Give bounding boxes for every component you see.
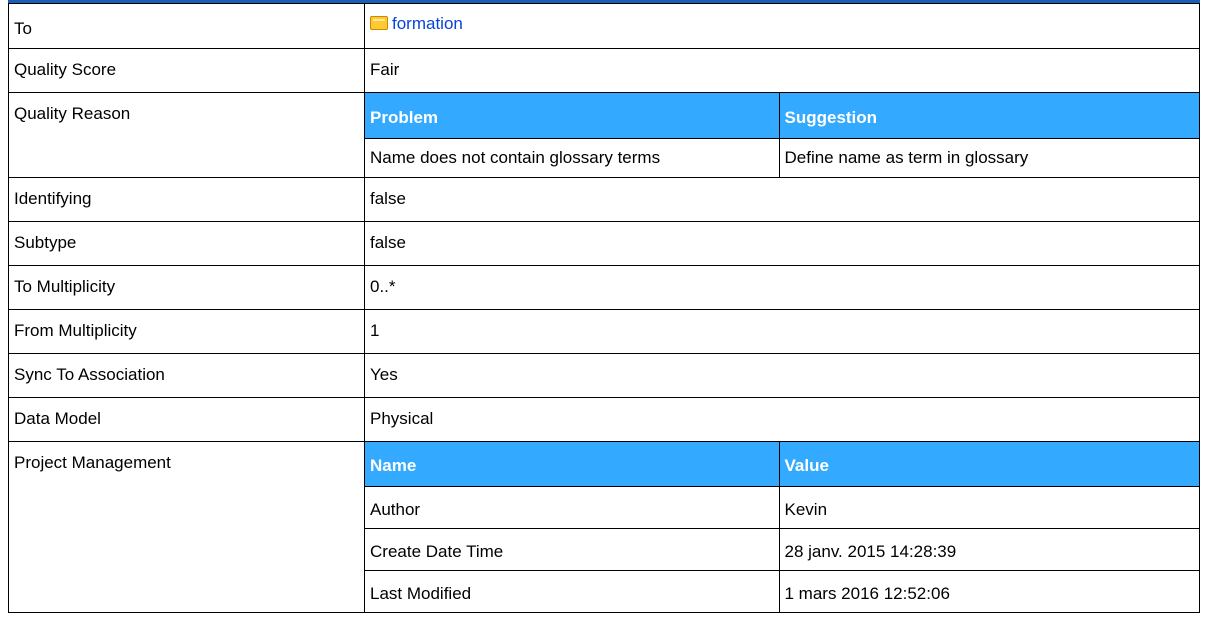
table-row: Name does not contain glossary terms Def… [365,137,1199,177]
to-entity-link[interactable]: formation [392,14,463,33]
properties-table: To formation Quality Score Fair Quality … [8,3,1200,613]
property-row-from-multiplicity: From Multiplicity 1 [8,309,1200,354]
table-cell: Author [365,485,780,529]
property-label: Sync To Association [8,353,365,398]
table-cell: 28 janv. 2015 14:28:39 [778,527,1199,571]
property-row-sync-to-association: Sync To Association Yes [8,353,1200,398]
column-header-name: Name [365,442,780,487]
property-value: formation [364,3,1200,49]
property-value: Yes [364,353,1200,398]
table-cell: Define name as term in glossary [778,137,1199,177]
table-row: Create Date Time 28 janv. 2015 14:28:39 [365,527,1199,571]
property-row-subtype: Subtype false [8,221,1200,266]
quality-reason-table: Problem Suggestion Name does not contain… [365,93,1199,177]
property-row-quality-score: Quality Score Fair [8,48,1200,93]
property-value: Name Value Author Kevin Create Date Time… [364,441,1200,613]
property-label: Subtype [8,221,365,266]
property-label: Identifying [8,177,365,222]
table-cell: Kevin [778,485,1199,529]
table-header-row: Problem Suggestion [365,93,1199,139]
property-row-to: To formation [8,3,1200,49]
table-cell: Create Date Time [365,527,780,571]
property-label: To Multiplicity [8,265,365,310]
property-label: To [8,3,365,49]
project-management-table: Name Value Author Kevin Create Date Time… [365,442,1199,612]
column-header-suggestion: Suggestion [778,93,1199,139]
column-header-value: Value [778,442,1199,487]
table-cell: Last Modified [365,569,780,612]
property-label: Quality Score [8,48,365,93]
property-label: Data Model [8,397,365,442]
property-row-identifying: Identifying false [8,177,1200,222]
property-row-quality-reason: Quality Reason Problem Suggestion Name d… [8,92,1200,178]
property-row-data-model: Data Model Physical [8,397,1200,442]
property-value: Fair [364,48,1200,93]
property-row-to-multiplicity: To Multiplicity 0..* [8,265,1200,310]
property-label: Quality Reason [8,92,365,178]
table-cell: 1 mars 2016 12:52:06 [778,569,1199,612]
property-value: Physical [364,397,1200,442]
property-label: Project Management [8,441,365,613]
property-value: 1 [364,309,1200,354]
table-cell: Name does not contain glossary terms [365,137,780,177]
property-value: false [364,177,1200,222]
table-header-row: Name Value [365,442,1199,487]
property-label: From Multiplicity [8,309,365,354]
table-row: Author Kevin [365,485,1199,529]
property-value: false [364,221,1200,266]
table-row: Last Modified 1 mars 2016 12:52:06 [365,569,1199,612]
column-header-problem: Problem [365,93,780,139]
property-value: 0..* [364,265,1200,310]
folder-icon [370,16,388,30]
property-row-project-management: Project Management Name Value Author Kev… [8,441,1200,613]
property-value: Problem Suggestion Name does not contain… [364,92,1200,178]
